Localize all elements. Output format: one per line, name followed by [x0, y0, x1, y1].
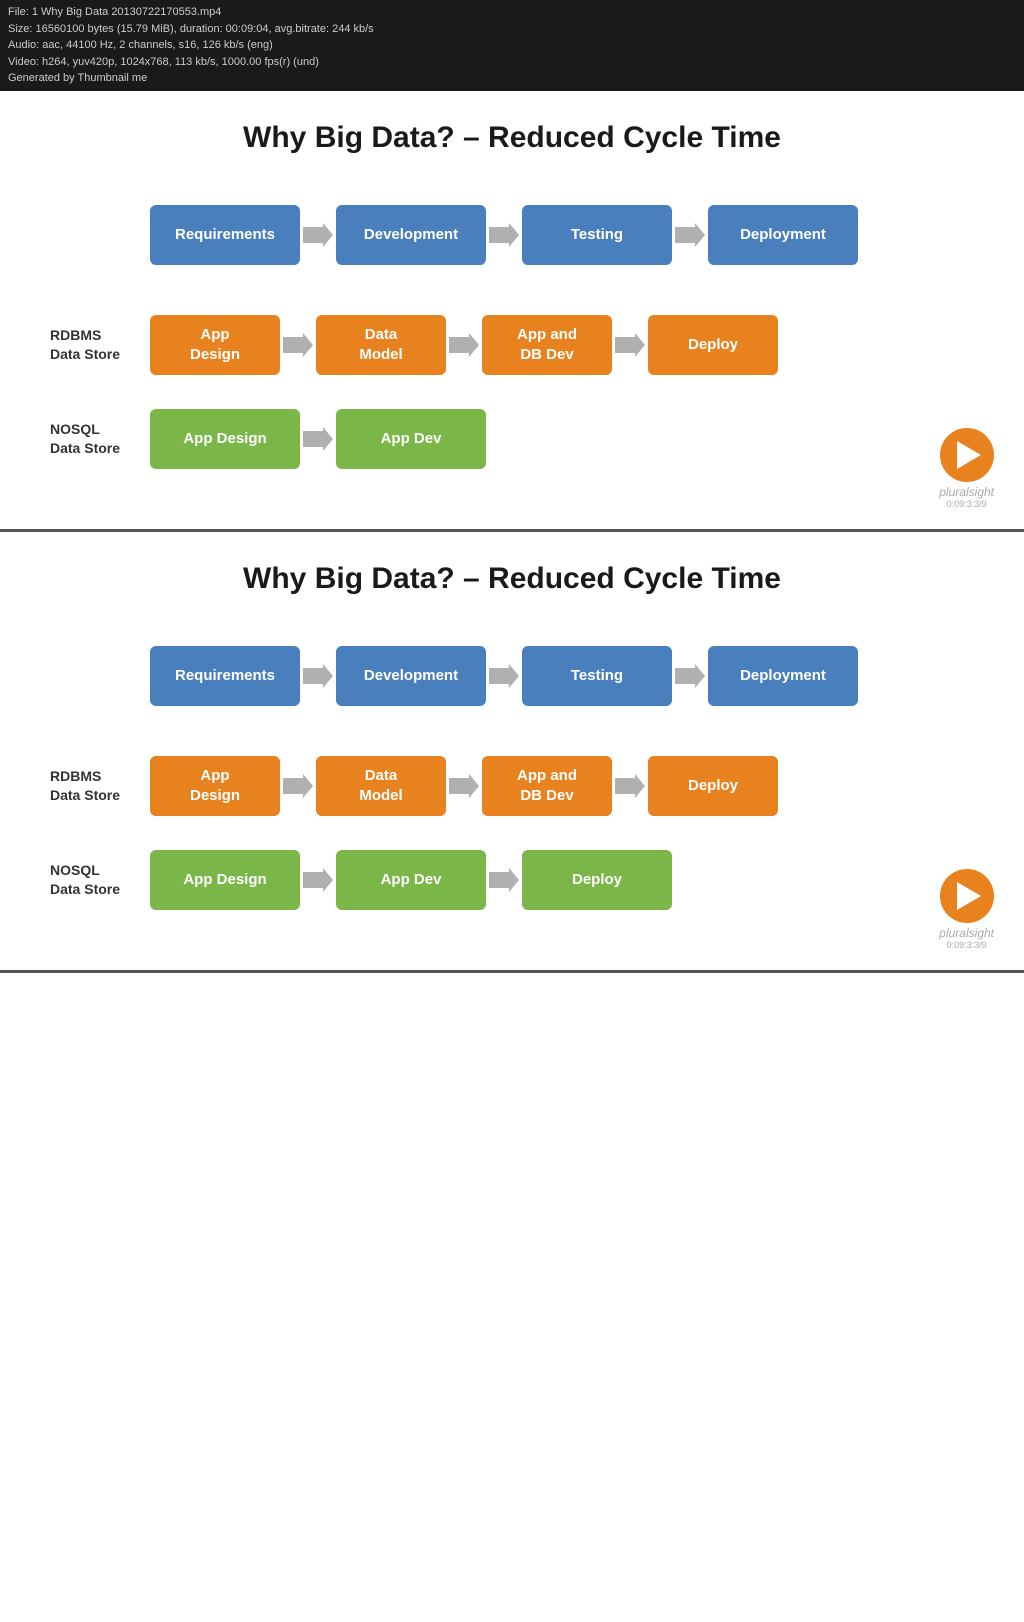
slide-2-nosql-row: NOSQL Data Store App Design App Dev Depl…: [50, 850, 974, 910]
flow-box-appdesign-nosql-2: App Design: [150, 850, 300, 910]
arrow-rdbms-1-1: [280, 330, 316, 360]
slide-1-rdbms-label: RDBMS Data Store: [50, 326, 150, 362]
flow-box-requirements-2: Requirements: [150, 646, 300, 706]
flow-box-datamodel-rdbms-1: Data Model: [316, 315, 446, 375]
flow-box-appdbdev-rdbms-2: App and DB Dev: [482, 756, 612, 816]
slide-2-rdbms-row: RDBMS Data Store App Design Data Model A…: [50, 756, 974, 816]
arrow-2-2: [486, 661, 522, 691]
metadata-line3: Audio: aac, 44100 Hz, 2 channels, s16, 1…: [8, 37, 1016, 54]
arrow-rdbms-1-3: [612, 330, 648, 360]
flow-box-appdesign-rdbms-2: App Design: [150, 756, 280, 816]
slide-1-nosql-flow: App Design App Dev: [150, 409, 486, 469]
flow-box-development-1: Development: [336, 205, 486, 265]
slide-2-top-flow: Requirements Development Testing Deploym…: [150, 646, 858, 706]
arrow-rdbms-2-1: [280, 771, 316, 801]
pluralsight-logo-1: pluralsight 0:09:3:3/9: [939, 428, 994, 509]
arrow-rdbms-2-3: [612, 771, 648, 801]
pluralsight-text-2: pluralsight: [939, 926, 994, 940]
flow-box-deployment-2: Deployment: [708, 646, 858, 706]
flow-box-testing-2: Testing: [522, 646, 672, 706]
flow-box-testing-1: Testing: [522, 205, 672, 265]
arrow-nosql-2-2: [486, 865, 522, 895]
arrow-2-3: [672, 661, 708, 691]
flow-box-appdesign-nosql-1: App Design: [150, 409, 300, 469]
flow-box-deploy-rdbms-1: Deploy: [648, 315, 778, 375]
arrow-rdbms-2-2: [446, 771, 482, 801]
arrow-rdbms-1-2: [446, 330, 482, 360]
flow-box-appdev-nosql-1: App Dev: [336, 409, 486, 469]
slide-2-rdbms-flow: App Design Data Model App and DB Dev Dep…: [150, 756, 778, 816]
flow-box-appdbdev-rdbms-1: App and DB Dev: [482, 315, 612, 375]
slide-2: Why Big Data? – Reduced Cycle Time Requi…: [0, 532, 1024, 973]
arrow-1-2: [486, 220, 522, 250]
slide-1-rdbms-row: RDBMS Data Store App Design Data Model A…: [50, 315, 974, 375]
pluralsight-logo-2: pluralsight 0:09:3:3/9: [939, 869, 994, 950]
slide-2-nosql-label: NOSQL Data Store: [50, 861, 150, 897]
pluralsight-subtext-2: 0:09:3:3/9: [947, 940, 987, 950]
metadata-line5: Generated by Thumbnail me: [8, 70, 1016, 87]
slide-1-rdbms-flow: App Design Data Model App and DB Dev Dep…: [150, 315, 778, 375]
play-icon-2: [957, 882, 981, 910]
arrow-nosql-2-1: [300, 865, 336, 895]
flow-box-deploy-rdbms-2: Deploy: [648, 756, 778, 816]
flow-box-datamodel-rdbms-2: Data Model: [316, 756, 446, 816]
slide-2-title: Why Big Data? – Reduced Cycle Time: [50, 562, 974, 596]
flow-box-deployment-1: Deployment: [708, 205, 858, 265]
slide-1-top-flow: Requirements Development Testing Deploym…: [150, 205, 858, 265]
slide-1-nosql-row: NOSQL Data Store App Design App Dev: [50, 409, 974, 469]
arrow-1-1: [300, 220, 336, 250]
slide-2-rdbms-label: RDBMS Data Store: [50, 767, 150, 803]
slide-1-nosql-label: NOSQL Data Store: [50, 420, 150, 456]
arrow-1-3: [672, 220, 708, 250]
slide-1-top-row: Requirements Development Testing Deploym…: [50, 205, 974, 265]
flow-box-appdev-nosql-2: App Dev: [336, 850, 486, 910]
pluralsight-subtext-1: 0:09:3:3/9: [947, 499, 987, 509]
arrow-2-1: [300, 661, 336, 691]
flow-box-development-2: Development: [336, 646, 486, 706]
metadata-line4: Video: h264, yuv420p, 1024x768, 113 kb/s…: [8, 54, 1016, 71]
slide-2-top-row: Requirements Development Testing Deploym…: [50, 646, 974, 706]
metadata-line1: File: 1 Why Big Data 20130722170553.mp4: [8, 4, 1016, 21]
pluralsight-circle-2: [940, 869, 994, 923]
metadata-bar: File: 1 Why Big Data 20130722170553.mp4 …: [0, 0, 1024, 91]
slide-2-nosql-flow: App Design App Dev Deploy: [150, 850, 672, 910]
pluralsight-text-1: pluralsight: [939, 485, 994, 499]
metadata-line2: Size: 16560100 bytes (15.79 MiB), durati…: [8, 21, 1016, 38]
flow-box-appdesign-rdbms-1: App Design: [150, 315, 280, 375]
flow-box-requirements-1: Requirements: [150, 205, 300, 265]
arrow-nosql-1-1: [300, 424, 336, 454]
pluralsight-circle-1: [940, 428, 994, 482]
flow-box-deploy-nosql-2: Deploy: [522, 850, 672, 910]
slide-1: Why Big Data? – Reduced Cycle Time Requi…: [0, 91, 1024, 532]
play-icon-1: [957, 441, 981, 469]
slide-1-title: Why Big Data? – Reduced Cycle Time: [50, 121, 974, 155]
